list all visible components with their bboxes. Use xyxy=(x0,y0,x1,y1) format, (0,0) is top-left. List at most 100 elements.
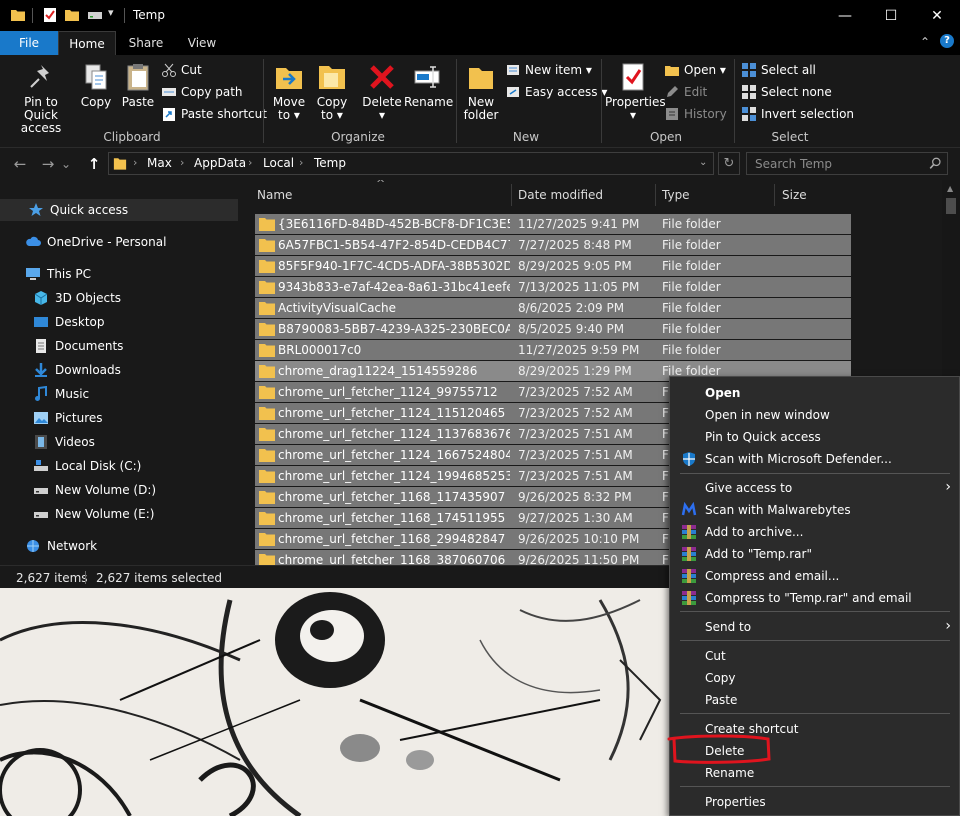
new-folder-button[interactable]: New folder xyxy=(461,57,501,122)
nav-item-onedrive[interactable]: OneDrive - Personal xyxy=(0,231,238,253)
file-row[interactable]: B8790083-5BB7-4239-A325-230BEC0A894E 8/5/… xyxy=(255,319,851,340)
file-date-modified: 9/26/2025 11:50 PM xyxy=(518,553,640,565)
nav-item-local-disk-c[interactable]: Local Disk (C:) xyxy=(0,455,238,477)
nav-item-this-pc[interactable]: This PC xyxy=(0,263,238,285)
move-to-button[interactable]: Move to ▾ xyxy=(270,57,308,122)
file-row[interactable]: 85F5F940-1F7C-4CD5-ADFA-38B5302D4C... 8/2… xyxy=(255,256,851,277)
breadcrumb-max[interactable]: Max xyxy=(147,156,172,170)
minimize-button[interactable]: — xyxy=(822,0,868,31)
open-button[interactable]: Open ▾ xyxy=(664,60,726,80)
new-folder-icon[interactable] xyxy=(64,7,80,23)
delete-button[interactable]: Delete ▾ xyxy=(362,57,402,122)
close-button[interactable]: ✕ xyxy=(914,0,960,31)
menu-item-rename[interactable]: Rename xyxy=(671,762,959,784)
properties-icon[interactable] xyxy=(42,7,58,23)
rename-button[interactable]: Rename xyxy=(404,57,453,109)
copy-path-button[interactable]: Copy path xyxy=(161,82,243,102)
nav-item-network[interactable]: Network xyxy=(0,535,238,557)
tab-home[interactable]: Home xyxy=(58,31,116,55)
drive-icon[interactable] xyxy=(87,7,103,23)
breadcrumb-separator: › xyxy=(180,156,185,169)
scrollbar-thumb[interactable] xyxy=(946,198,956,214)
paste-shortcut-button[interactable]: Paste shortcut xyxy=(161,104,267,124)
paste-button[interactable]: Paste xyxy=(118,57,158,109)
history-button[interactable]: History xyxy=(664,104,727,124)
address-bar[interactable]: › Max › AppData › Local › Temp ⌄ xyxy=(108,152,714,175)
copy-button[interactable]: Copy xyxy=(78,57,114,109)
menu-item-cut[interactable]: Cut xyxy=(671,645,959,667)
menu-item-add-to-temp-rar[interactable]: Add to "Temp.rar" xyxy=(671,543,959,565)
nav-item-quick-access[interactable]: Quick access xyxy=(0,199,238,221)
column-header-size[interactable]: Size xyxy=(782,188,807,202)
menu-item-give-access-to[interactable]: Give access to › xyxy=(671,477,959,499)
cut-button[interactable]: Cut xyxy=(161,60,202,80)
new-item-button[interactable]: New item ▾ xyxy=(505,60,592,80)
menu-item-properties[interactable]: Properties xyxy=(671,791,959,813)
tab-view[interactable]: View xyxy=(174,31,230,55)
up-button[interactable]: ↑ xyxy=(84,154,104,174)
submenu-arrow-icon: › xyxy=(945,479,951,495)
nav-item-volume-e[interactable]: New Volume (E:) xyxy=(0,503,238,525)
pin-to-quick-access-button[interactable]: Pin to Quick access xyxy=(6,57,76,135)
scroll-up-arrow-icon[interactable]: ▲ xyxy=(947,184,953,193)
selected-count: 2,627 items selected xyxy=(96,571,222,585)
nav-item-videos[interactable]: Videos xyxy=(0,431,238,453)
quick-access-toolbar-dropdown[interactable]: ▾ xyxy=(108,6,114,19)
menu-item-scan-with-defender[interactable]: Scan with Microsoft Defender... xyxy=(671,448,959,470)
menu-item-open-in-new-window[interactable]: Open in new window xyxy=(671,404,959,426)
nav-item-documents[interactable]: Documents xyxy=(0,335,238,357)
help-icon[interactable]: ? xyxy=(940,34,954,48)
breadcrumb-temp[interactable]: Temp xyxy=(314,156,346,170)
nav-item-downloads[interactable]: Downloads xyxy=(0,359,238,381)
clipboard-group-label: Clipboard xyxy=(103,130,161,144)
file-row[interactable]: 9343b833-e7af-42ea-8a61-31bc41eefe2b 7/13… xyxy=(255,277,851,298)
collapse-ribbon-icon[interactable]: ⌃ xyxy=(920,35,930,49)
address-dropdown-icon[interactable]: ⌄ xyxy=(699,157,707,168)
column-divider[interactable] xyxy=(774,184,775,206)
nav-item-pictures[interactable]: Pictures xyxy=(0,407,238,429)
edit-button[interactable]: Edit xyxy=(664,82,707,102)
menu-item-compress-to-temp-rar-and-email[interactable]: Compress to "Temp.rar" and email xyxy=(671,587,959,609)
file-date-modified: 7/23/2025 7:51 AM xyxy=(518,469,633,483)
menu-item-open[interactable]: Open xyxy=(671,382,959,404)
column-divider[interactable] xyxy=(511,184,512,206)
tab-file[interactable]: File xyxy=(0,31,58,55)
column-header-date-modified[interactable]: Date modified xyxy=(518,188,603,202)
properties-button[interactable]: Properties ▾ xyxy=(605,57,666,122)
select-none-button[interactable]: Select none xyxy=(741,82,832,102)
invert-selection-button[interactable]: Invert selection xyxy=(741,104,854,124)
nav-item-3d-objects[interactable]: 3D Objects xyxy=(0,287,238,309)
breadcrumb-local[interactable]: Local xyxy=(263,156,294,170)
file-row[interactable]: BRL000017c0 11/27/2025 9:59 PM File folder xyxy=(255,340,851,361)
column-header-name[interactable]: Name xyxy=(257,188,292,202)
breadcrumb-appdata[interactable]: AppData xyxy=(194,156,246,170)
easy-access-button[interactable]: Easy access ▾ xyxy=(505,82,607,102)
nav-item-desktop[interactable]: Desktop xyxy=(0,311,238,333)
file-row[interactable]: ActivityVisualCache 8/6/2025 2:09 PM File … xyxy=(255,298,851,319)
menu-item-add-to-archive[interactable]: Add to archive... xyxy=(671,521,959,543)
file-row[interactable]: 6A57FBC1-5B54-47F2-854D-CEDB4C775B... 7/2… xyxy=(255,235,851,256)
nav-item-music[interactable]: Music xyxy=(0,383,238,405)
move-to-icon xyxy=(276,68,302,89)
column-header-type[interactable]: Type xyxy=(662,188,690,202)
ribbon-tab-bar: File Home Share View ⌃ ? xyxy=(0,31,960,55)
menu-item-pin-to-quick-access[interactable]: Pin to Quick access xyxy=(671,426,959,448)
nav-item-volume-d[interactable]: New Volume (D:) xyxy=(0,479,238,501)
file-row[interactable]: {3E6116FD-84BD-452B-BCF8-DF1C3E5B3... 11/… xyxy=(255,214,851,235)
back-button[interactable]: ← xyxy=(10,154,30,174)
forward-button[interactable]: → xyxy=(38,154,58,174)
search-input[interactable]: Search Temp xyxy=(746,152,948,175)
new-item-icon xyxy=(507,65,519,75)
column-divider[interactable] xyxy=(655,184,656,206)
maximize-button[interactable]: ☐ xyxy=(868,0,914,31)
refresh-button[interactable]: ↻ xyxy=(718,152,740,175)
recent-locations-button[interactable]: ⌄ xyxy=(60,154,72,174)
menu-item-compress-and-email[interactable]: Compress and email... xyxy=(671,565,959,587)
tab-share[interactable]: Share xyxy=(118,31,174,55)
menu-item-copy[interactable]: Copy xyxy=(671,667,959,689)
copy-to-button[interactable]: Copy to ▾ xyxy=(313,57,351,122)
select-all-button[interactable]: Select all xyxy=(741,60,816,80)
menu-item-scan-with-malwarebytes[interactable]: Scan with Malwarebytes xyxy=(671,499,959,521)
menu-item-send-to[interactable]: Send to › xyxy=(671,616,959,638)
menu-item-paste[interactable]: Paste xyxy=(671,689,959,711)
